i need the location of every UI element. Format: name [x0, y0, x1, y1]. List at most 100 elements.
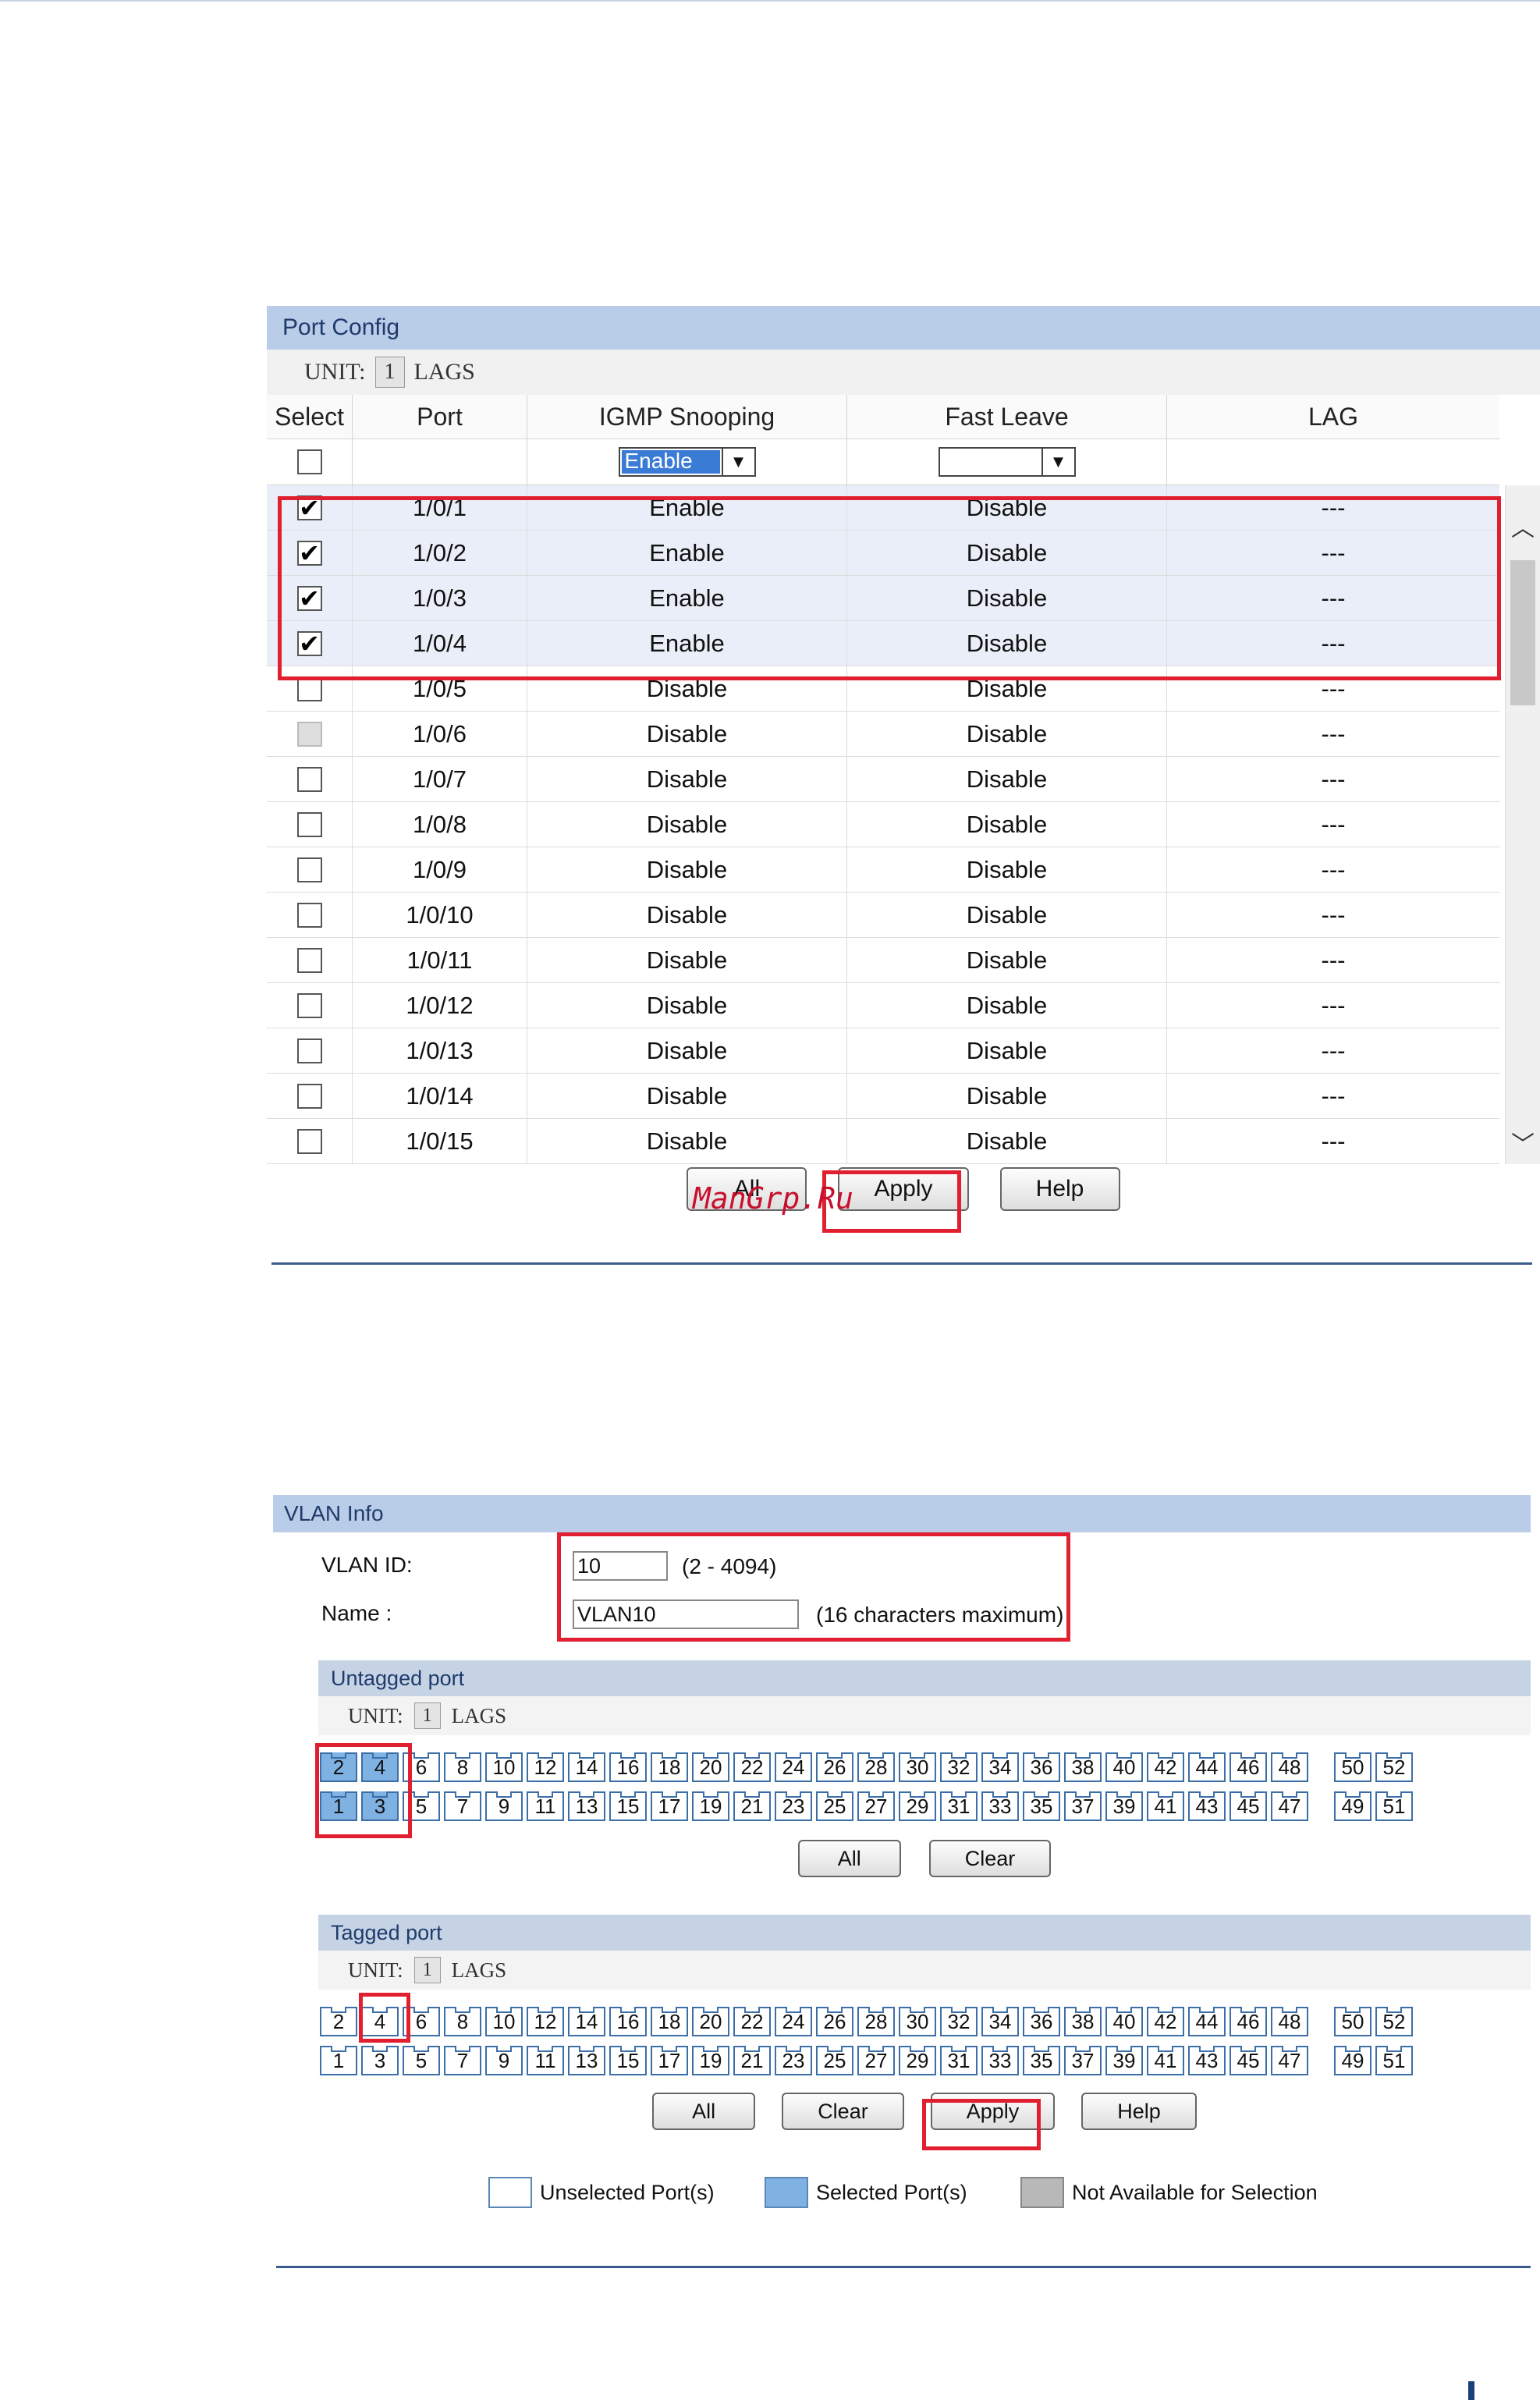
untagged-port-32[interactable]: 32	[940, 1752, 978, 1782]
tagged-port-51[interactable]: 51	[1375, 2046, 1413, 2075]
tagged-port-23[interactable]: 23	[775, 2046, 812, 2075]
lags-link[interactable]: LAGS	[452, 1704, 507, 1728]
untagged-port-9[interactable]: 9	[485, 1791, 523, 1821]
tagged-port-18[interactable]: 18	[651, 2007, 688, 2036]
untagged-port-51[interactable]: 51	[1375, 1791, 1413, 1821]
tagged-port-48[interactable]: 48	[1271, 2007, 1308, 2036]
tagged-port-32[interactable]: 32	[940, 2007, 978, 2036]
tagged-clear-button[interactable]: Clear	[782, 2093, 904, 2130]
tagged-port-11[interactable]: 11	[527, 2046, 564, 2075]
untagged-port-41[interactable]: 41	[1147, 1791, 1184, 1821]
tagged-port-14[interactable]: 14	[568, 2007, 605, 2036]
tagged-port-28[interactable]: 28	[857, 2007, 895, 2036]
select-all-checkbox[interactable]	[296, 449, 322, 474]
tagged-port-17[interactable]: 17	[651, 2046, 688, 2075]
untagged-port-40[interactable]: 40	[1105, 1752, 1143, 1782]
row-select-checkbox[interactable]: ✔	[296, 630, 322, 656]
tagged-port-45[interactable]: 45	[1230, 2046, 1267, 2075]
igmp-snooping-select[interactable]: Enable ▼	[618, 447, 756, 477]
tagged-port-42[interactable]: 42	[1147, 2007, 1184, 2036]
unit-1-button[interactable]: 1	[413, 1702, 441, 1729]
row-select-checkbox[interactable]	[296, 1083, 322, 1109]
tagged-port-36[interactable]: 36	[1023, 2007, 1060, 2036]
untagged-port-43[interactable]: 43	[1188, 1791, 1226, 1821]
fast-leave-select[interactable]: ▼	[938, 447, 1076, 477]
untagged-port-49[interactable]: 49	[1334, 1791, 1371, 1821]
untagged-port-14[interactable]: 14	[568, 1752, 605, 1782]
scroll-up-icon[interactable]: ︿	[1506, 509, 1540, 543]
tagged-port-25[interactable]: 25	[816, 2046, 853, 2075]
untagged-port-21[interactable]: 21	[733, 1791, 771, 1821]
row-select-checkbox[interactable]	[296, 676, 322, 701]
row-select-checkbox[interactable]	[296, 992, 322, 1018]
tagged-port-29[interactable]: 29	[899, 2046, 936, 2075]
untagged-port-8[interactable]: 8	[444, 1752, 481, 1782]
apply-button[interactable]: Apply	[838, 1167, 969, 1211]
untagged-port-48[interactable]: 48	[1271, 1752, 1308, 1782]
row-select-checkbox[interactable]	[296, 1038, 322, 1063]
tagged-port-47[interactable]: 47	[1271, 2046, 1308, 2075]
tagged-port-35[interactable]: 35	[1023, 2046, 1060, 2075]
tagged-port-19[interactable]: 19	[692, 2046, 729, 2075]
untagged-port-2[interactable]: 2	[320, 1752, 357, 1782]
untagged-port-44[interactable]: 44	[1188, 1752, 1226, 1782]
help-button[interactable]: Help	[999, 1167, 1120, 1211]
tagged-port-43[interactable]: 43	[1188, 2046, 1226, 2075]
tagged-port-37[interactable]: 37	[1064, 2046, 1102, 2075]
untagged-port-20[interactable]: 20	[692, 1752, 729, 1782]
tagged-port-21[interactable]: 21	[733, 2046, 771, 2075]
table-scrollbar[interactable]: ︿ ﹀	[1505, 485, 1540, 1164]
untagged-port-11[interactable]: 11	[527, 1791, 564, 1821]
tagged-help-button[interactable]: Help	[1081, 2093, 1197, 2130]
untagged-port-52[interactable]: 52	[1375, 1752, 1413, 1782]
scroll-down-icon[interactable]: ﹀	[1506, 1125, 1540, 1159]
tagged-port-27[interactable]: 27	[857, 2046, 895, 2075]
untagged-port-42[interactable]: 42	[1147, 1752, 1184, 1782]
tagged-port-22[interactable]: 22	[733, 2007, 771, 2036]
tagged-port-4[interactable]: 4	[361, 2007, 399, 2036]
untagged-port-23[interactable]: 23	[775, 1791, 812, 1821]
untagged-all-button[interactable]: All	[797, 1840, 901, 1877]
tagged-port-50[interactable]: 50	[1334, 2007, 1371, 2036]
row-select-checkbox[interactable]	[296, 766, 322, 792]
untagged-port-12[interactable]: 12	[527, 1752, 564, 1782]
tagged-port-26[interactable]: 26	[816, 2007, 853, 2036]
tagged-port-44[interactable]: 44	[1188, 2007, 1226, 2036]
tagged-port-9[interactable]: 9	[485, 2046, 523, 2075]
tagged-port-1[interactable]: 1	[320, 2046, 357, 2075]
row-select-checkbox[interactable]	[296, 902, 322, 928]
untagged-port-26[interactable]: 26	[816, 1752, 853, 1782]
untagged-port-17[interactable]: 17	[651, 1791, 688, 1821]
untagged-port-25[interactable]: 25	[816, 1791, 853, 1821]
tagged-port-16[interactable]: 16	[609, 2007, 647, 2036]
untagged-port-24[interactable]: 24	[775, 1752, 812, 1782]
tagged-port-30[interactable]: 30	[899, 2007, 936, 2036]
untagged-port-16[interactable]: 16	[609, 1752, 647, 1782]
tagged-port-6[interactable]: 6	[403, 2007, 440, 2036]
tagged-port-41[interactable]: 41	[1147, 2046, 1184, 2075]
tagged-port-10[interactable]: 10	[485, 2007, 523, 2036]
tagged-port-20[interactable]: 20	[692, 2007, 729, 2036]
tagged-port-2[interactable]: 2	[320, 2007, 357, 2036]
tagged-port-49[interactable]: 49	[1334, 2046, 1371, 2075]
untagged-port-33[interactable]: 33	[981, 1791, 1019, 1821]
untagged-port-39[interactable]: 39	[1105, 1791, 1143, 1821]
tagged-port-31[interactable]: 31	[940, 2046, 978, 2075]
untagged-port-46[interactable]: 46	[1230, 1752, 1267, 1782]
untagged-port-36[interactable]: 36	[1023, 1752, 1060, 1782]
untagged-port-19[interactable]: 19	[692, 1791, 729, 1821]
tagged-port-13[interactable]: 13	[568, 2046, 605, 2075]
untagged-port-22[interactable]: 22	[733, 1752, 771, 1782]
untagged-clear-button[interactable]: Clear	[928, 1840, 1052, 1877]
tagged-port-15[interactable]: 15	[609, 2046, 647, 2075]
untagged-port-5[interactable]: 5	[403, 1791, 440, 1821]
unit-1-button[interactable]: 1	[374, 357, 405, 388]
untagged-port-27[interactable]: 27	[857, 1791, 895, 1821]
tagged-port-33[interactable]: 33	[981, 2046, 1019, 2075]
untagged-port-7[interactable]: 7	[444, 1791, 481, 1821]
tagged-port-8[interactable]: 8	[444, 2007, 481, 2036]
lags-link[interactable]: LAGS	[452, 1958, 507, 1983]
row-select-checkbox[interactable]	[296, 811, 322, 837]
tagged-apply-button[interactable]: Apply	[930, 2093, 1056, 2130]
vlan-id-input[interactable]: 10	[573, 1551, 668, 1581]
